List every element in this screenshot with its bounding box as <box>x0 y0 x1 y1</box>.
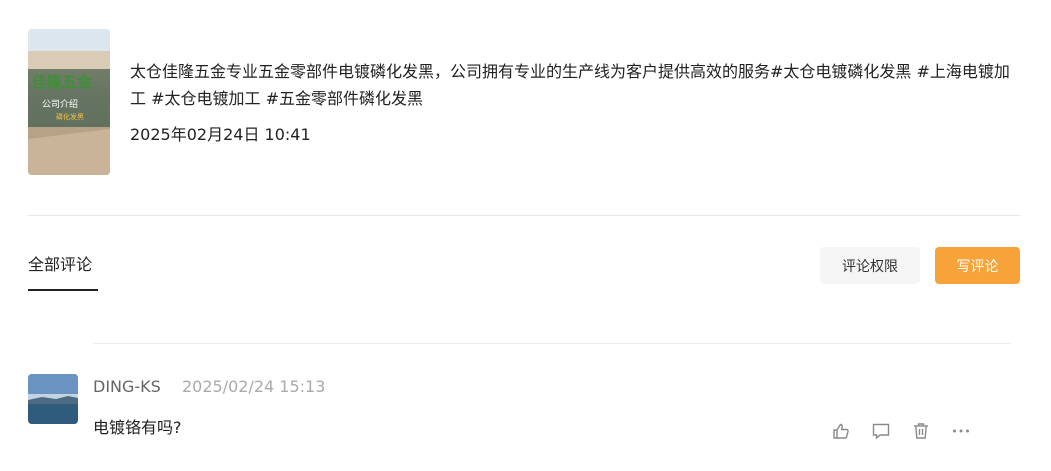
comment-text: 电镀铬有吗? <box>93 418 182 437</box>
comment-permission-button[interactable]: 评论权限 <box>820 247 920 284</box>
comment-username[interactable]: DING-KS <box>93 376 161 398</box>
thumb-up-icon[interactable] <box>831 421 851 441</box>
tab-active-indicator <box>28 289 98 291</box>
post-datetime: 2025年02月24日 10:41 <box>130 125 311 144</box>
more-icon[interactable] <box>951 421 971 441</box>
comment-timestamp: 2025/02/24 15:13 <box>182 377 326 396</box>
post-description: 太仓佳隆五金专业五金零部件电镀磷化发黑，公司拥有专业的生产线为客户提供高效的服务… <box>130 62 1010 108</box>
thumbnail-subtitle: 公司介绍 <box>42 98 78 110</box>
thumbnail-caption: 磷化发黑 <box>56 112 84 121</box>
post-thumbnail[interactable]: 佳隆五金 公司介绍 磷化发黑 <box>28 29 110 175</box>
thumbnail-title: 佳隆五金 <box>32 73 93 91</box>
comments-divider <box>93 343 1011 344</box>
comment-icon[interactable] <box>871 421 891 441</box>
write-comment-button[interactable]: 写评论 <box>935 247 1020 284</box>
avatar[interactable] <box>28 374 78 424</box>
trash-icon[interactable] <box>911 421 931 441</box>
section-divider <box>28 215 1020 216</box>
tab-all-comments[interactable]: 全部评论 <box>28 254 92 276</box>
